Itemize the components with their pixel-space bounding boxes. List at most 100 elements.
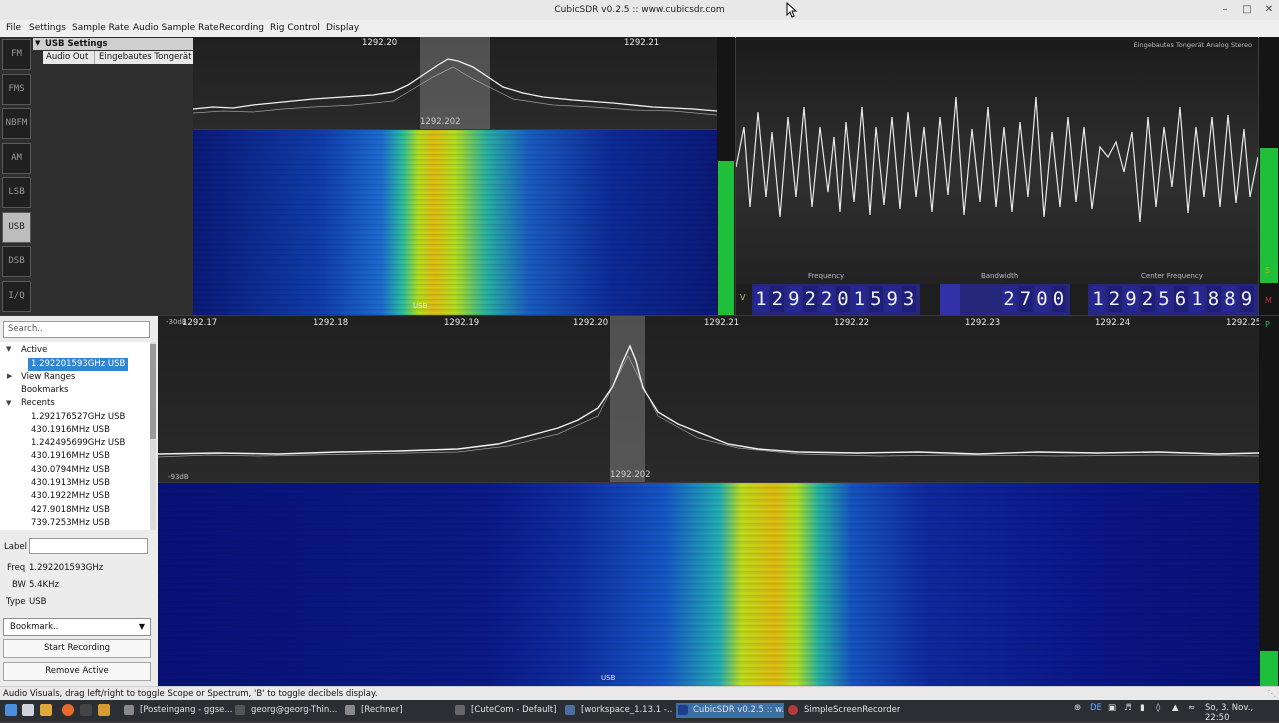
recent-item[interactable]: 430.1916MHz USB [31, 424, 110, 437]
battery-icon[interactable]: ▮ [1140, 703, 1145, 713]
center-frequency-digit[interactable]: 1 [1091, 286, 1105, 312]
center-frequency-digit[interactable]: 2 [1107, 286, 1122, 312]
frequency-digit[interactable]: 9 [885, 286, 900, 312]
recent-item[interactable]: 739.7253MHz USB [31, 517, 110, 530]
frequency-digit[interactable]: 1 [852, 286, 867, 312]
frequency-digit[interactable]: 1 [754, 286, 768, 312]
recent-item[interactable]: 1.242495699GHz USB [31, 437, 125, 450]
audio-out-value[interactable]: Eingebautes Tongerät Analog Stereo [94, 51, 194, 64]
frequency-digit[interactable]: 2 [819, 286, 834, 312]
menu-rig-control[interactable]: Rig Control [270, 20, 320, 37]
menu-settings[interactable]: Settings [29, 20, 66, 37]
collapsed-arrow-icon[interactable]: ▶ [7, 372, 12, 380]
bandwidth-digit[interactable]: 7 [1018, 286, 1033, 312]
mode-fm-button[interactable]: FM [2, 39, 31, 70]
shield-icon[interactable]: ◊ [1156, 703, 1160, 713]
frequency-digit[interactable]: 0 [836, 286, 850, 312]
center-frequency-digit[interactable]: 8 [1206, 286, 1221, 312]
center-frequency-display[interactable]: 1292561889 [1088, 284, 1258, 315]
bandwidth-digit[interactable]: 0 [1035, 286, 1049, 312]
task-item[interactable]: [CuteCom - Default] [455, 703, 561, 718]
bookmark-search-input[interactable]: Search.. [3, 321, 150, 338]
menu-icon[interactable] [5, 704, 17, 716]
bookmark-label-input[interactable] [29, 538, 148, 554]
recent-item[interactable]: 430.0794MHz USB [31, 464, 110, 477]
minimize-icon[interactable]: – [1214, 0, 1236, 20]
task-item[interactable]: SimpleScreenRecorder [788, 703, 900, 718]
expand-arrow-icon[interactable]: ▼ [6, 345, 11, 353]
network-icon[interactable]: ▲ [1172, 703, 1179, 713]
center-frequency-digit[interactable]: 1 [1190, 286, 1204, 312]
bookmark-select[interactable]: Bookmark.. ▼ [3, 618, 151, 636]
mode-iq-button[interactable]: I/Q [2, 281, 31, 312]
peak-hold-toggle[interactable]: P [1265, 320, 1270, 329]
volume-icon[interactable]: ♬ [1124, 703, 1132, 713]
mute-toggle[interactable]: M [1265, 296, 1272, 305]
mode-usb-button[interactable]: USB [2, 212, 31, 243]
mode-fms-button[interactable]: FMS [2, 74, 31, 105]
task-item[interactable]: [workspace_1.13.1 -... [565, 703, 673, 718]
center-frequency-digit[interactable]: 2 [1140, 286, 1155, 312]
center-frequency-digit[interactable]: 5 [1157, 286, 1171, 312]
bluetooth-icon[interactable]: ⊛ [1074, 703, 1081, 713]
mode-dsb-button[interactable]: DSB [2, 246, 31, 277]
menu-display[interactable]: Display [326, 20, 359, 37]
frequency-digit[interactable]: 3 [901, 286, 916, 312]
recent-item[interactable]: 1.292176527GHz USB [31, 411, 125, 424]
files-icon[interactable] [98, 704, 110, 716]
collapse-arrow-icon[interactable]: ▼ [35, 39, 40, 47]
tree-group-view-ranges[interactable]: View Ranges [21, 371, 75, 384]
main-meter[interactable]: P [1259, 316, 1279, 686]
menu-recording[interactable]: Recording [219, 20, 264, 37]
tree-group-bookmarks[interactable]: Bookmarks [21, 384, 69, 397]
demod-waterfall[interactable]: USB [193, 130, 717, 315]
expand-arrow-icon[interactable]: ▼ [6, 399, 11, 407]
frequency-digit[interactable]: 2 [803, 286, 818, 312]
wifi-icon[interactable]: ≈ [1188, 703, 1195, 713]
task-item-active[interactable]: CubicSDR v0.2.5 :: w... [676, 703, 784, 718]
menu-sample-rate[interactable]: Sample Rate [72, 20, 129, 37]
desktop-icon[interactable] [22, 704, 34, 716]
squelch-toggle[interactable]: S [1265, 266, 1270, 275]
start-recording-button[interactable]: Start Recording [3, 639, 151, 658]
frequency-digit[interactable]: 9 [786, 286, 801, 312]
maximize-icon[interactable]: □ [1236, 0, 1258, 20]
main-waterfall[interactable]: USB [158, 483, 1259, 686]
gain-meter-right[interactable]: S M [1259, 37, 1279, 315]
tree-group-active[interactable]: Active [21, 344, 47, 357]
center-frequency-digit[interactable]: 9 [1124, 286, 1138, 312]
recent-item[interactable]: 430.1922MHz USB [31, 490, 110, 503]
browser-icon[interactable] [62, 704, 74, 716]
task-item[interactable]: georg@georg-Thin... [235, 703, 341, 718]
folder-icon[interactable] [40, 704, 52, 716]
task-item[interactable]: [Posteingang - ggse... [124, 703, 232, 718]
close-icon[interactable]: ✕ [1258, 0, 1279, 20]
center-frequency-digit[interactable]: 9 [1239, 286, 1254, 312]
demod-spectrum[interactable]: 1292.20 1292.21 1292.202 [193, 37, 717, 129]
tree-item-active[interactable]: 1.292201593GHz USB [28, 358, 129, 371]
bandwidth-digit[interactable]: 2 [1002, 286, 1016, 312]
recent-item[interactable]: 430.1913MHz USB [31, 477, 110, 490]
task-item[interactable]: [Rechner] [345, 703, 449, 718]
terminal-icon[interactable] [80, 704, 92, 716]
menu-audio-sample-rate[interactable]: Audio Sample Rate [133, 20, 219, 37]
display-icon[interactable]: ▣ [1108, 703, 1116, 713]
recent-item[interactable]: 430.1916MHz USB [31, 450, 110, 463]
mode-lsb-button[interactable]: LSB [2, 177, 31, 208]
bandwidth-digit[interactable]: 0 [1051, 286, 1066, 312]
resize-grip-icon[interactable]: ⋱ [1268, 687, 1277, 701]
remove-active-button[interactable]: Remove Active [3, 662, 151, 681]
clock[interactable]: So, 3. Nov., 22:50 [1205, 703, 1279, 723]
audio-scope[interactable]: Eingebautes Tongerät Analog Stereo Frequ… [736, 37, 1258, 284]
main-spectrum[interactable]: -30dB 1292.17 1292.18 1292.19 1292.20 12… [158, 316, 1261, 482]
gain-meter-left[interactable] [717, 37, 735, 315]
audio-out-row[interactable]: Audio Out Eingebautes Tongerät Analog St… [43, 51, 194, 64]
frequency-digit[interactable]: 2 [770, 286, 785, 312]
bandwidth-display[interactable]: 2700 [960, 284, 1070, 315]
center-frequency-digit[interactable]: 8 [1223, 286, 1237, 312]
keyboard-layout[interactable]: DE [1090, 703, 1102, 713]
frequency-display[interactable]: 1292201593 [752, 284, 920, 315]
center-frequency-digit[interactable]: 6 [1173, 286, 1188, 312]
settings-header[interactable]: ▼ USB Settings [33, 38, 193, 50]
recent-item[interactable]: 427.9018MHz USB [31, 504, 110, 517]
